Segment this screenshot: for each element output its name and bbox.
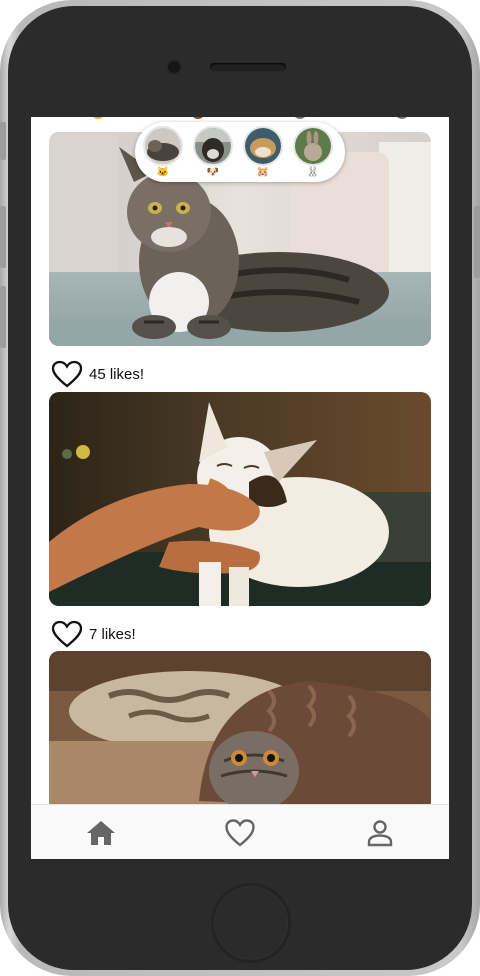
phone-frame: 45 likes! 7 likes! 🐱 🐶 🐹 🐰 (0, 0, 480, 976)
story-item[interactable]: 🐰 (293, 126, 333, 179)
post-image[interactable] (49, 651, 431, 811)
heart-icon[interactable] (224, 818, 256, 848)
mute-switch (0, 122, 6, 160)
story-item[interactable]: 🐶 (193, 126, 233, 179)
hamster-avatar (245, 128, 281, 164)
scrolled-content-peek (31, 117, 449, 121)
like-heart-icon[interactable] (51, 360, 83, 388)
earpiece-speaker (210, 63, 286, 71)
rabbit-avatar (295, 128, 331, 164)
story-emoji: 🐰 (306, 167, 320, 178)
cat-avatar (145, 128, 181, 164)
stories-bar: 🐱 🐶 🐹 🐰 (135, 122, 345, 182)
story-avatar[interactable] (143, 126, 183, 166)
post-likes-row: 7 likes! (51, 619, 136, 649)
likes-count: 45 likes! (89, 365, 145, 383)
volume-up-button (0, 206, 6, 268)
app-screen: 45 likes! 7 likes! 🐱 🐶 🐹 🐰 (31, 117, 449, 859)
calico-cat-photo (49, 392, 431, 606)
story-item[interactable]: 🐱 (143, 126, 183, 179)
story-avatar[interactable] (243, 126, 283, 166)
story-avatar[interactable] (193, 126, 233, 166)
story-emoji: 🐱 (156, 167, 170, 178)
nav-home[interactable] (85, 818, 117, 848)
dog-avatar (195, 128, 231, 164)
bottom-nav (31, 804, 449, 859)
story-emoji: 🐹 (256, 167, 270, 178)
power-button (474, 206, 480, 278)
nav-profile[interactable] (364, 818, 396, 848)
story-emoji: 🐶 (206, 167, 220, 178)
kitten-blanket-photo (49, 651, 431, 811)
post-likes-row: 45 likes! (51, 359, 144, 389)
story-avatar[interactable] (293, 126, 333, 166)
home-icon[interactable] (85, 818, 117, 848)
post-image[interactable] (49, 392, 431, 606)
home-button (211, 883, 291, 963)
nav-likes[interactable] (224, 818, 256, 848)
volume-down-button (0, 286, 6, 348)
profile-icon[interactable] (364, 818, 396, 848)
like-heart-icon[interactable] (51, 620, 83, 648)
likes-count: 7 likes! (89, 625, 136, 643)
story-item[interactable]: 🐹 (243, 126, 283, 179)
front-camera (166, 59, 182, 75)
